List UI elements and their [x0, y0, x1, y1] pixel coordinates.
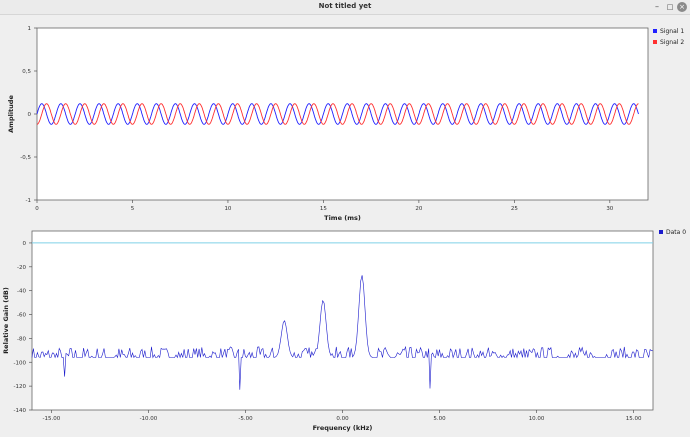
time-x-tick-label: 25 — [511, 206, 518, 212]
time-y-axis-label: Amplitude — [7, 95, 15, 133]
time-y-tick-label: 1 — [28, 26, 32, 32]
freq-y-tick-label: -40 — [17, 289, 26, 295]
freq-y-tick-label: -20 — [17, 265, 26, 271]
time-x-tick-label: 20 — [415, 206, 422, 212]
time-x-tick-label: 5 — [131, 206, 135, 212]
freq-y-tick-label: -80 — [17, 336, 26, 342]
freq-y-tick-label: -140 — [14, 408, 27, 414]
time-y-tick-label: -0,5 — [20, 155, 31, 161]
maximize-button[interactable]: □ — [665, 2, 675, 12]
time-legend-swatch — [653, 40, 657, 44]
application-window: Not titled yet – □ × 0 5 10 15 20 25 30 1 0,5 0 -0… — [0, 0, 690, 437]
freq-x-tick-label: 0.00 — [336, 416, 349, 422]
time-x-tick-label: 10 — [224, 206, 231, 212]
freq-x-tick-label: 5.00 — [433, 416, 446, 422]
time-legend-label: Signal 1 — [660, 28, 684, 35]
frequency-plot-svg[interactable]: -15.00 -10.00 -5.00 0.00 5.00 10.00 15.00 0 -20 -… — [0, 225, 690, 437]
freq-y-tick-label: -100 — [14, 360, 27, 366]
freq-y-tick-label: -120 — [14, 384, 27, 390]
frequency-domain-plot[interactable]: -15.00 -10.00 -5.00 0.00 5.00 10.00 15.00 0 -20 -… — [0, 225, 690, 437]
time-x-tick-label: 15 — [320, 206, 327, 212]
freq-x-tick-label: -10.00 — [140, 416, 158, 422]
time-y-tick-label: 0 — [28, 112, 32, 118]
window-title: Not titled yet — [318, 2, 372, 10]
time-x-axis-label: Time (ms) — [324, 214, 361, 222]
freq-y-axis-label: Relative Gain (dB) — [2, 287, 10, 354]
freq-x-axis-label: Frequency (kHz) — [313, 424, 373, 432]
time-plot-svg[interactable]: 0 5 10 15 20 25 30 1 0,5 0 -0,5 -1 Time (ms) Amplitud… — [0, 15, 690, 225]
time-legend-swatch — [653, 29, 657, 33]
freq-legend-label: Data 0 — [666, 229, 686, 236]
time-y-tick-label: 0,5 — [22, 69, 31, 75]
freq-x-tick-label: -15.00 — [43, 416, 61, 422]
title-bar[interactable]: Not titled yet – □ × — [0, 0, 690, 15]
freq-x-tick-label: -5.00 — [238, 416, 253, 422]
freq-x-tick-label: 15.00 — [626, 416, 642, 422]
freq-y-tick-label: -60 — [17, 313, 26, 319]
freq-canvas — [31, 230, 654, 411]
time-x-tick-label: 0 — [35, 206, 39, 212]
time-domain-plot[interactable]: 0 5 10 15 20 25 30 1 0,5 0 -0,5 -1 Time (ms) Amplitud… — [0, 15, 690, 225]
close-button[interactable]: × — [677, 2, 687, 12]
freq-y-tick-label: 0 — [23, 241, 27, 247]
time-y-tick-label: -1 — [26, 198, 31, 204]
freq-x-tick-label: 10.00 — [529, 416, 545, 422]
time-x-tick-label: 30 — [606, 206, 613, 212]
time-legend-label: Signal 2 — [660, 39, 684, 46]
freq-legend-swatch — [659, 230, 663, 234]
minimize-button[interactable]: – — [652, 2, 662, 12]
